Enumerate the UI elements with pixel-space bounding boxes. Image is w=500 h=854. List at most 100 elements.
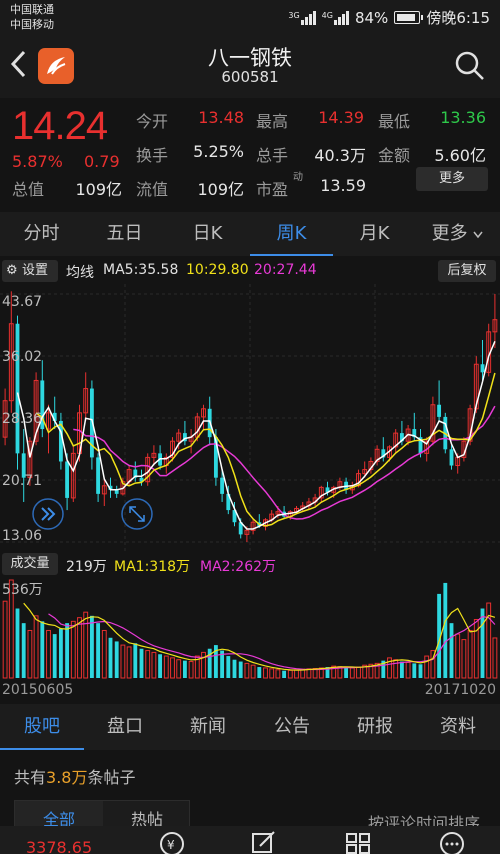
price-tick: 43.67 [2,294,42,310]
tab-research[interactable]: 研报 [333,704,417,750]
tab-monthly-k[interactable]: 月K [333,212,416,256]
price-tick: 20.71 [2,473,42,489]
tab-daily-k[interactable]: 日K [166,212,249,256]
tab-news[interactable]: 新闻 [166,704,250,750]
candle-body [449,449,454,466]
high-value: 14.39 [318,108,364,127]
candlestick-chart[interactable]: 43.67 36.02 28.36 20.71 13.06 [0,284,500,552]
battery-percent: 84% [354,8,389,27]
index-price: 3378.65 [26,838,93,854]
volume-bar [399,661,404,678]
edit-icon[interactable] [250,830,278,854]
adjust-button[interactable]: 后复权 [438,260,496,282]
volume-bar [114,641,119,678]
mktcap-label: 总值 [12,180,45,199]
stock-code: 600581 [221,68,279,86]
candle-body [480,364,485,373]
volume-bar [232,659,237,678]
volume-bar [58,628,63,678]
volume-bar [89,615,94,678]
signal-icon-2: 4G [322,10,349,25]
search-icon[interactable] [454,50,486,86]
bottom-toolbar: 3378.65 ¥ [0,826,500,854]
tab-intraday[interactable]: 分时 [0,212,83,256]
volume-bar [65,623,70,678]
trade-icon[interactable]: ¥ [158,830,186,854]
tab-five-day[interactable]: 五日 [83,212,166,256]
volume-bar [40,621,45,678]
tab-guba[interactable]: 股吧 [0,704,84,750]
volume-bar [52,634,57,678]
more-button[interactable]: 更多 [416,167,488,191]
price-tick: 28.36 [2,411,42,427]
ma-bar: ⚙ 设置 均线 MA5:35.58 10:29.80 20:27.44 后复权 [0,258,500,284]
chart-tabs: 分时 五日 日K 周K 月K 更多 [0,212,500,256]
settings-button[interactable]: ⚙ 设置 [2,260,58,282]
carrier-1: 中国联通 [10,3,54,16]
amount-label: 金额 [378,146,411,165]
ma20-value: 20:27.44 [254,262,317,278]
ma10-value: 10:29.80 [186,262,249,278]
date-axis: 20150605 20171020 [0,682,500,702]
volume-axis-max: 536万 [2,582,43,598]
tab-weekly-k[interactable]: 周K [250,212,333,256]
svg-text:¥: ¥ [167,838,175,852]
volume-bar [139,648,144,678]
tab-profile[interactable]: 资料 [416,704,500,750]
date-end: 20171020 [424,682,496,698]
signal-icon-1: 3G [288,10,316,25]
grid-icon[interactable] [344,830,372,854]
price-tick: 13.06 [2,528,42,544]
volume-bar [480,608,485,678]
pe-label: 市盈 [256,180,289,199]
low-value: 13.36 [440,108,486,127]
volume-bar [344,667,349,678]
header: 八一钢铁 600581 [0,36,500,98]
volume-bar [449,623,454,678]
volume-chart[interactable]: 536万 [0,576,500,680]
volume-bar [282,670,287,678]
candle-body [65,461,70,498]
volume-bar [182,660,187,678]
pe-value: 13.59 [320,176,366,195]
more-icon[interactable] [438,830,466,854]
mktcap-value: 109亿 [75,180,122,199]
tab-more[interactable]: 更多 [416,212,499,256]
clock: 傍晚6:15 [426,9,490,27]
status-bar: 中国联通 中国移动 3G 4G 84% 傍晚6:15 [0,0,500,36]
volume-bar [96,623,101,678]
float-label: 流值 [136,180,169,199]
float-value: 109亿 [197,180,244,199]
volume-bar [443,582,448,678]
candle-body [437,404,442,417]
tab-pankou[interactable]: 盘口 [83,704,167,750]
ma5-value: MA5:35.58 [103,262,179,278]
quote-panel: 14.24 5.87% 0.79 今开 13.48 最高 14.39 最低 13… [0,98,500,208]
battery-icon [394,11,424,24]
info-tabs: 股吧 盘口 新闻 公告 研报 资料 [0,704,500,750]
volume-bar [226,656,231,678]
volume-bar: 成交量 219万 MA1:318万 MA2:262万 [0,552,500,576]
tab-announcements[interactable]: 公告 [250,704,334,750]
turnover-label: 换手 [136,146,169,165]
tab-underline [250,254,333,256]
volume-indicator-button[interactable]: 成交量 [2,553,58,575]
amount-value: 5.60亿 [434,146,486,165]
candle-body [220,477,225,494]
volume-bar [238,661,243,678]
open-value: 13.48 [198,108,244,127]
turnover-value: 5.25% [193,142,244,161]
current-price: 14.24 [12,104,108,148]
vol-ma1: MA1:318万 [114,559,191,575]
post-count: 共有3.8万条帖子 [14,768,136,787]
volume-bar [158,654,163,678]
price-tick: 36.02 [2,349,42,365]
change-percent: 5.87% [12,152,63,171]
open-label: 今开 [136,112,169,131]
gear-icon: ⚙ [6,263,18,278]
volume-value: 219万 [66,559,107,575]
volume-bar [133,643,138,678]
date-start: 20150605 [2,682,74,698]
vol-ma2: MA2:262万 [200,559,277,575]
carrier-2: 中国移动 [10,18,54,31]
